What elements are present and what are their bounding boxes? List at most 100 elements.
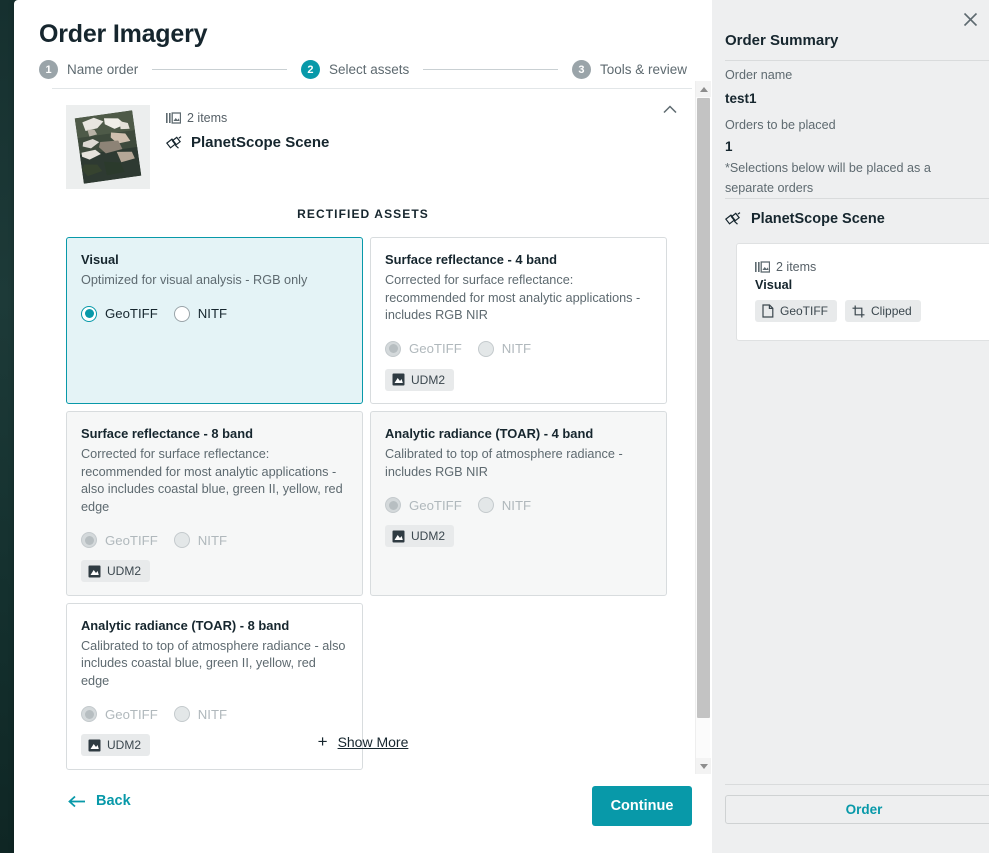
step-connector [423,69,558,70]
asset-title: Analytic radiance (TOAR) - 4 band [385,426,594,441]
asset-card-analytic-radiance-toar-4-band[interactable]: Analytic radiance (TOAR) - 4 band Calibr… [370,411,667,596]
step-select-assets[interactable]: 2 Select assets [300,60,410,79]
radio-label: NITF [501,341,532,356]
asset-format-options: GeoTIFF NITF [81,532,346,548]
radio-dot [385,497,401,513]
summary-scene-row: PlanetScope Scene [725,211,885,227]
asset-description: Corrected for surface reflectance: recom… [385,273,641,322]
step-number: 1 [39,60,58,79]
collapse-scene-button[interactable] [658,97,682,121]
clipped-badge-label: Clipped [871,304,912,318]
summary-divider-bottom [725,784,989,785]
asset-title: Analytic radiance (TOAR) - 8 band [81,617,290,633]
rectified-assets-heading: RECTIFIED ASSETS [297,207,429,221]
satellite-icon [166,135,182,149]
radio-dot [173,305,190,322]
scene-header: 2 items PlanetScope Scene [66,105,329,189]
radio-label: NITF [197,706,228,722]
clipped-badge: Clipped [845,300,921,322]
radio-dot [81,706,97,722]
radio-geotiff[interactable]: GeoTIFF [385,340,462,357]
scene-name: PlanetScope Scene [191,134,330,151]
asset-card-surface-reflectance-4-band[interactable]: Surface reflectance - 4 band Corrected f… [370,237,667,404]
radio-geotiff[interactable]: GeoTIFF [81,706,158,722]
summary-items-row: 2 items [755,260,989,274]
items-count-icon [166,112,181,124]
scene-meta: 2 items PlanetScope Scene [166,105,329,151]
back-button[interactable]: Back [68,793,131,809]
orders-to-be-placed-value: 1 [725,139,733,154]
radio-label: GeoTIFF [105,532,158,548]
asset-title: Surface reflectance - 8 band [81,426,253,441]
udm2-badge[interactable]: UDM2 [385,368,455,391]
file-icon [762,304,774,318]
radio-label: GeoTIFF [105,706,158,722]
step-label: Select assets [328,62,410,77]
summary-title: Order Summary [725,32,839,49]
scrollbar-down-arrow[interactable] [696,758,711,774]
summary-badges: GeoTIFF Clipped [755,300,989,322]
page-title: Order Imagery [39,20,208,48]
radio-label: GeoTIFF [105,306,158,321]
udm2-badge[interactable]: UDM2 [385,525,455,547]
show-more-button[interactable]: + Show More [52,733,674,750]
summary-asset-title: Visual [755,278,793,292]
summary-divider-top [725,60,989,61]
radio-nitf[interactable]: NITF [477,497,531,513]
step-label: Tools & review [599,62,687,77]
assets-scroll-area: 2 items PlanetScope Scene RECTIFIED ASSE… [52,89,692,774]
radio-nitf[interactable]: NITF [477,340,532,357]
udm2-icon [392,530,405,542]
crop-icon [852,305,865,317]
radio-label: GeoTIFF [409,497,462,513]
asset-title: Visual [81,252,119,267]
asset-card-surface-reflectance-8-band[interactable]: Surface reflectance - 8 band Corrected f… [66,411,363,596]
order-name-label: Order name [725,68,793,82]
triangle-down-icon [699,763,708,769]
radio-geotiff[interactable]: GeoTIFF [81,305,158,322]
stepper: 1 Name order 2 Select assets 3 Tools & r… [39,60,687,79]
step-label: Name order [67,62,139,77]
scene-thumbnail [66,105,150,189]
radio-dot [173,706,190,722]
modal-footer: Back Continue [52,780,692,840]
scrollbar-thumb[interactable] [697,98,710,718]
scene-items-row: 2 items [166,111,329,125]
step-number: 3 [571,60,591,79]
radio-nitf[interactable]: NITF [173,532,227,548]
geotiff-badge: GeoTIFF [755,300,838,322]
asset-description: Calibrated to top of atmosphere radiance… [81,638,346,688]
asset-format-options: GeoTIFF NITF [81,706,346,722]
assets-scrollbar[interactable] [695,81,711,774]
asset-format-options: GeoTIFF NITF [385,497,650,513]
udm2-badge-label: UDM2 [411,372,446,387]
udm2-badge[interactable]: UDM2 [81,560,151,582]
order-button[interactable]: Order [725,795,989,824]
udm2-icon [392,373,405,386]
scrollbar-up-arrow[interactable] [696,81,711,97]
scene-thumbnail-image [66,105,150,189]
radio-dot [81,305,97,322]
radio-nitf[interactable]: NITF [173,706,228,722]
step-name-order[interactable]: 1 Name order [39,60,138,79]
summary-divider-scene [725,198,989,199]
asset-card-visual[interactable]: Visual Optimized for visual analysis - R… [66,237,363,404]
orders-to-be-placed-label: Orders to be placed [725,118,836,132]
asset-format-options: GeoTIFF NITF [385,340,650,357]
radio-geotiff[interactable]: GeoTIFF [81,532,158,548]
order-summary-panel: Order Summary Order name test1 Orders to… [712,0,989,853]
radio-dot [477,497,494,513]
order-imagery-modal: Order Imagery 1 Name order 2 Select asse… [14,0,712,853]
radio-nitf[interactable]: NITF [173,305,227,322]
radio-dot [385,340,401,357]
radio-geotiff[interactable]: GeoTIFF [385,497,462,513]
udm2-badge-label: UDM2 [107,564,142,578]
close-button[interactable] [958,7,982,31]
summary-items-count: 2 items [776,260,817,274]
continue-button[interactable]: Continue [592,786,692,826]
items-count-icon [755,261,770,273]
summary-scene-name: PlanetScope Scene [751,211,885,227]
radio-label: GeoTIFF [409,341,462,356]
step-tools-review[interactable]: 3 Tools & review [571,60,687,79]
app-root: Order Imagery 1 Name order 2 Select asse… [0,0,989,853]
